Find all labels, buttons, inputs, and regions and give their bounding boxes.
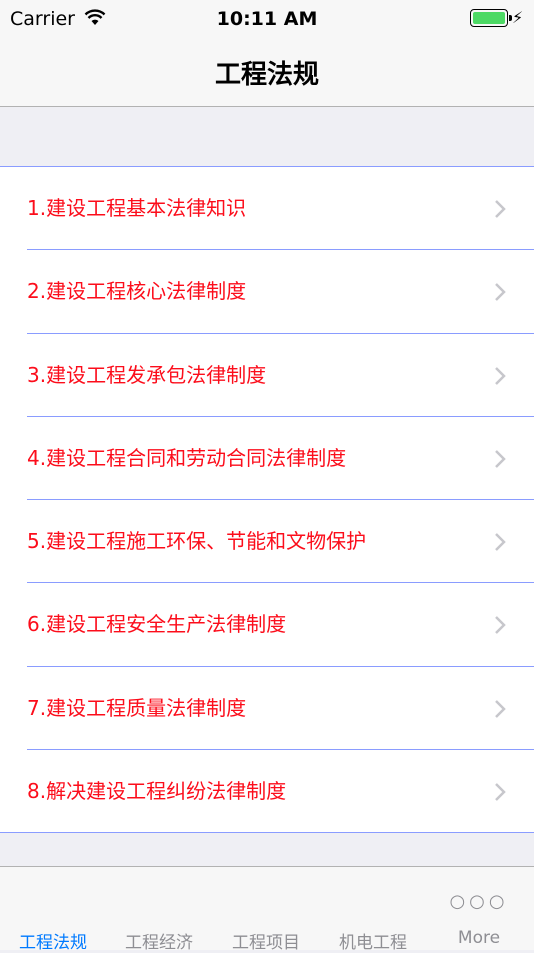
status-bar: Carrier 10:11 AM ⚡ <box>0 0 534 40</box>
list-item[interactable]: 1.建设工程基本法律知识 <box>0 167 534 251</box>
status-time: 10:11 AM <box>216 8 318 30</box>
more-dots-icon: ○○○ <box>449 891 509 912</box>
tab-label: 机电工程 <box>339 933 407 953</box>
list-item-label: 8.解决建设工程纠纷法律制度 <box>27 779 287 804</box>
navigation-bar: 工程法规 <box>0 40 534 107</box>
tab-label: 工程经济 <box>125 933 193 953</box>
list-item-label: 3.建设工程发承包法律制度 <box>27 362 267 387</box>
tab-engineering-project[interactable]: 工程项目 <box>213 867 319 953</box>
chevron-right-icon <box>495 616 506 635</box>
list-item[interactable]: 8.解决建设工程纠纷法律制度 <box>0 750 534 833</box>
tab-label: More <box>457 928 501 948</box>
tab-engineering-economics[interactable]: 工程经济 <box>106 867 212 953</box>
list-item[interactable]: 5.建设工程施工环保、节能和文物保护 <box>0 500 534 584</box>
list-item-label: 1.建设工程基本法律知识 <box>27 196 247 220</box>
tab-bar: 工程法规 工程经济 工程项目 机电工程 ○○○ More <box>0 866 534 953</box>
chevron-right-icon <box>495 200 506 218</box>
list-item[interactable]: 6.建设工程安全生产法律制度 <box>0 583 534 667</box>
page-title: 工程法规 <box>214 60 319 90</box>
chevron-right-icon <box>495 699 506 718</box>
list-item-label: 7.建设工程质量法律制度 <box>27 695 247 720</box>
chevron-right-icon <box>495 533 506 552</box>
chevron-right-icon <box>495 366 506 385</box>
battery-icon <box>470 9 512 27</box>
tab-more[interactable]: ○○○ More <box>426 867 532 951</box>
tab-electromechanical[interactable]: 机电工程 <box>320 867 426 953</box>
list-item-label: 6.建设工程安全生产法律制度 <box>27 612 287 637</box>
list-item[interactable]: 4.建设工程合同和劳动合同法律制度 <box>0 417 534 501</box>
chevron-right-icon <box>495 450 506 468</box>
list-item[interactable]: 2.建设工程核心法律制度 <box>0 250 534 334</box>
charging-icon: ⚡ <box>512 8 524 27</box>
tab-label: 工程法规 <box>19 933 87 953</box>
list-item-label: 4.建设工程合同和劳动合同法律制度 <box>27 445 347 470</box>
list-item-label: 5.建设工程施工环保、节能和文物保护 <box>27 529 367 554</box>
tab-label: 工程项目 <box>232 933 300 953</box>
chapter-list: 1.建设工程基本法律知识 2.建设工程核心法律制度 3.建设工程发承包法律制度 … <box>0 166 534 833</box>
list-item-label: 2.建设工程核心法律制度 <box>27 279 247 304</box>
tab-engineering-law[interactable]: 工程法规 <box>0 867 106 953</box>
list-item[interactable]: 3.建设工程发承包法律制度 <box>0 334 534 417</box>
chevron-right-icon <box>495 283 506 302</box>
chevron-right-icon <box>495 783 506 801</box>
list-item[interactable]: 7.建设工程质量法律制度 <box>0 667 534 751</box>
